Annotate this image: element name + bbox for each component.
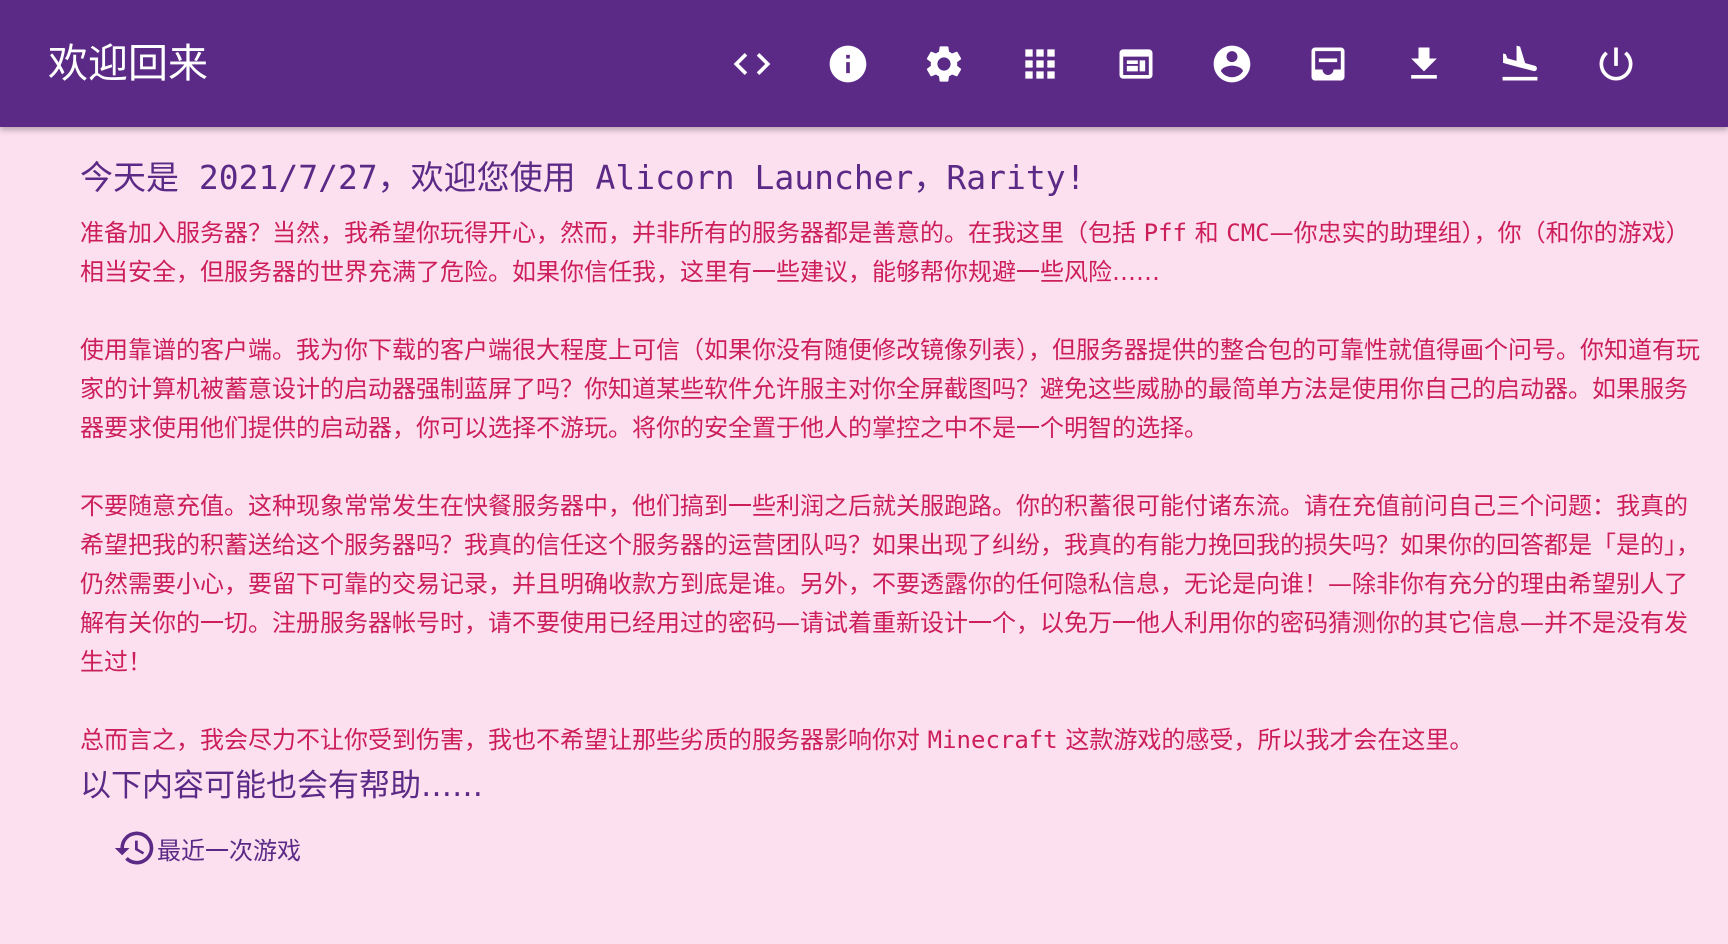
paragraph-client: 使用靠谱的客户端。我为你下载的客户端很大程度上可信（如果你没有随便修改镜像列表）… <box>80 336 1700 442</box>
web-asset-icon[interactable] <box>1104 32 1168 96</box>
code-icon[interactable] <box>720 32 784 96</box>
inbox-icon[interactable] <box>1296 32 1360 96</box>
recent-game-link[interactable]: 最近一次游戏 <box>113 824 353 872</box>
app-title: 欢迎回来 <box>48 41 208 87</box>
recent-game-label: 最近一次游戏 <box>157 836 301 865</box>
paragraph-summary-text-b: 这款游戏的感受，所以我才会在这里。 <box>1057 726 1474 754</box>
toolbar <box>720 32 1680 96</box>
main-content: 今天是 2021/7/27，欢迎您使用 Alicorn Launcher，Rar… <box>80 150 1704 872</box>
power-icon[interactable] <box>1584 32 1648 96</box>
paragraph-intro: 准备加入服务器？当然，我希望你玩得开心，然而，并非所有的服务器都是善意的。在我这… <box>80 214 1704 292</box>
download-icon[interactable] <box>1392 32 1456 96</box>
apps-grid-icon[interactable] <box>1008 32 1072 96</box>
pff-name: Pff <box>1143 219 1187 247</box>
paragraph-summary: 总而言之，我会尽力不让你受到伤害，我也不希望让那些劣质的服务器影响你对 Mine… <box>80 721 1704 760</box>
paragraph-intro-text-b: 和 <box>1187 219 1227 247</box>
settings-icon[interactable] <box>912 32 976 96</box>
account-circle-icon[interactable] <box>1200 32 1264 96</box>
flight-land-icon[interactable] <box>1488 32 1552 96</box>
info-icon[interactable] <box>816 32 880 96</box>
paragraph-intro-text-a: 准备加入服务器？当然，我希望你玩得开心，然而，并非所有的服务器都是善意的。在我这… <box>80 219 1144 247</box>
paragraph-payment: 不要随意充值。这种现象常常发生在快餐服务器中，他们搞到一些利润之后就关服跑路。你… <box>80 492 1700 676</box>
helpful-subheading: 以下内容可能也会有帮助…… <box>80 768 483 804</box>
history-icon <box>114 831 154 865</box>
cmc-name: CMC <box>1226 219 1270 247</box>
app-bar: 欢迎回来 <box>0 0 1728 127</box>
paragraph-summary-text-a: 总而言之，我会尽力不让你受到伤害，我也不希望让那些劣质的服务器影响你对 <box>80 726 928 754</box>
greeting-heading: 今天是 2021/7/27，欢迎您使用 Alicorn Launcher，Rar… <box>80 158 1086 197</box>
minecraft-name: Minecraft <box>927 726 1058 754</box>
